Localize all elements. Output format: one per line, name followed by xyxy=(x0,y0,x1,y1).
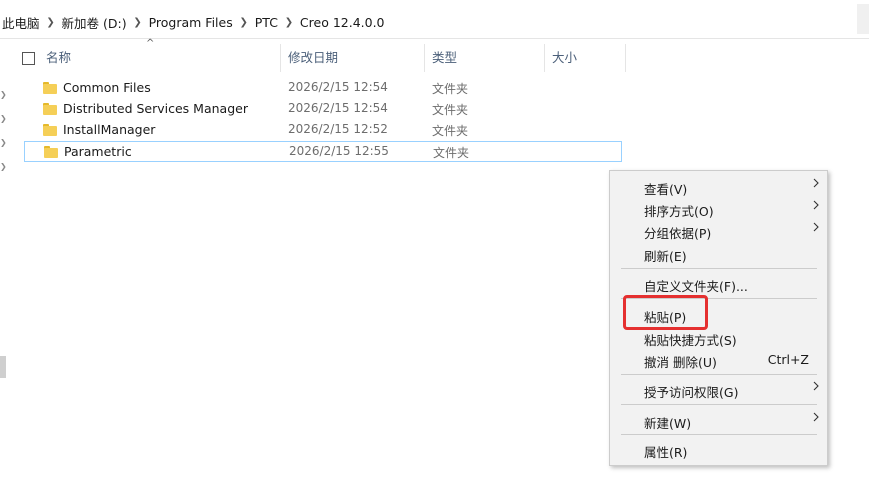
folder-icon xyxy=(43,124,57,136)
column-divider[interactable] xyxy=(625,44,626,72)
chevron-right-icon[interactable]: ❯ xyxy=(42,17,60,28)
menu-separator xyxy=(621,404,817,405)
menu-item-sort-by[interactable]: 排序方式(O) xyxy=(610,198,827,220)
menu-item-new[interactable]: 新建(W) xyxy=(610,410,827,432)
menu-label: 刷新(E) xyxy=(644,249,687,264)
column-divider[interactable] xyxy=(544,44,545,72)
chevron-right-icon[interactable]: ❯ xyxy=(129,17,147,28)
file-name: Distributed Services Manager xyxy=(63,101,248,116)
file-row-distributed-services-manager[interactable]: Distributed Services Manager 2026/2/15 1… xyxy=(24,99,621,119)
breadcrumb-creo[interactable]: Creo 12.4.0.0 xyxy=(298,15,387,30)
file-name: Common Files xyxy=(63,80,151,95)
expand-chevron-icon[interactable]: ❯ xyxy=(0,138,7,147)
menu-label: 授予访问权限(G) xyxy=(644,385,739,400)
column-divider[interactable] xyxy=(280,44,281,72)
file-modified: 2026/2/15 12:54 xyxy=(288,80,388,94)
paste-highlight-box xyxy=(623,295,708,330)
menu-item-properties[interactable]: 属性(R) xyxy=(610,439,827,461)
menu-shortcut: Ctrl+Z xyxy=(767,352,809,367)
address-bar[interactable]: 此电脑 ❯ 新加卷 (D:) ❯ Program Files ❯ PTC ❯ C… xyxy=(0,0,869,39)
file-name: Parametric xyxy=(64,144,132,159)
file-type: 文件夹 xyxy=(432,103,469,117)
submenu-arrow-icon xyxy=(813,200,819,210)
breadcrumb-drive-d[interactable]: 新加卷 (D:) xyxy=(60,13,129,32)
folder-icon xyxy=(43,82,57,94)
menu-item-customize-folder[interactable]: 自定义文件夹(F)... xyxy=(610,273,827,295)
menu-item-paste-shortcut[interactable]: 粘贴快捷方式(S) xyxy=(610,327,827,349)
submenu-arrow-icon xyxy=(813,222,819,232)
expand-chevron-icon[interactable]: ❯ xyxy=(0,90,7,99)
menu-item-view[interactable]: 查看(V) xyxy=(610,176,827,198)
submenu-arrow-icon xyxy=(813,178,819,188)
submenu-arrow-icon xyxy=(813,412,819,422)
header-name[interactable]: 名称 xyxy=(46,44,71,72)
file-row-common-files[interactable]: Common Files 2026/2/15 12:54 文件夹 xyxy=(24,78,621,98)
nav-scrollbar-thumb[interactable] xyxy=(0,356,6,378)
header-modified[interactable]: 修改日期 xyxy=(288,44,338,72)
menu-label: 查看(V) xyxy=(644,182,688,197)
file-type: 文件夹 xyxy=(433,146,470,160)
file-type: 文件夹 xyxy=(432,82,469,96)
navigation-pane-edge: ❯ ❯ ❯ ❯ xyxy=(0,38,10,486)
menu-item-refresh[interactable]: 刷新(E) xyxy=(610,243,827,265)
menu-item-give-access[interactable]: 授予访问权限(G) xyxy=(610,379,827,401)
menu-label: 新建(W) xyxy=(644,416,692,431)
expand-chevron-icon[interactable]: ❯ xyxy=(0,114,7,123)
folder-icon xyxy=(43,103,57,115)
submenu-arrow-icon xyxy=(813,381,819,391)
file-row-installmanager[interactable]: InstallManager 2026/2/15 12:52 文件夹 xyxy=(24,120,621,140)
select-all-checkbox[interactable] xyxy=(22,52,35,65)
menu-separator xyxy=(621,434,817,435)
menu-separator xyxy=(621,374,817,375)
header-size[interactable]: 大小 xyxy=(552,44,577,72)
menu-item-undo-delete[interactable]: 撤消 删除(U) Ctrl+Z xyxy=(610,349,827,371)
menu-label: 自定义文件夹(F)... xyxy=(644,279,748,294)
breadcrumb-ptc[interactable]: PTC xyxy=(253,15,280,30)
chevron-right-icon[interactable]: ❯ xyxy=(280,17,298,28)
column-headers: ^ 名称 修改日期 类型 大小 xyxy=(14,38,626,72)
menu-label: 排序方式(O) xyxy=(644,204,714,219)
file-row-parametric[interactable]: Parametric 2026/2/15 12:55 文件夹 xyxy=(24,141,622,162)
folder-icon xyxy=(44,146,58,158)
sort-ascending-icon: ^ xyxy=(146,38,155,49)
file-type: 文件夹 xyxy=(432,124,469,138)
address-scrollbar[interactable] xyxy=(857,4,869,34)
breadcrumb-this-pc[interactable]: 此电脑 xyxy=(0,13,42,32)
breadcrumb: 此电脑 ❯ 新加卷 (D:) ❯ Program Files ❯ PTC ❯ C… xyxy=(0,13,387,31)
file-modified: 2026/2/15 12:52 xyxy=(288,122,388,136)
breadcrumb-program-files[interactable]: Program Files xyxy=(147,15,235,30)
file-modified: 2026/2/15 12:54 xyxy=(288,101,388,115)
file-name: InstallManager xyxy=(63,122,156,137)
expand-chevron-icon[interactable]: ❯ xyxy=(0,162,7,171)
file-modified: 2026/2/15 12:55 xyxy=(289,144,389,158)
header-type[interactable]: 类型 xyxy=(432,44,457,72)
menu-label: 属性(R) xyxy=(644,445,688,460)
menu-label: 分组依据(P) xyxy=(644,226,712,241)
menu-label: 粘贴快捷方式(S) xyxy=(644,333,737,348)
menu-label: 撤消 删除(U) xyxy=(644,355,717,370)
menu-separator xyxy=(621,268,817,269)
menu-item-group-by[interactable]: 分组依据(P) xyxy=(610,220,827,242)
column-divider[interactable] xyxy=(424,44,425,72)
chevron-right-icon[interactable]: ❯ xyxy=(235,17,253,28)
